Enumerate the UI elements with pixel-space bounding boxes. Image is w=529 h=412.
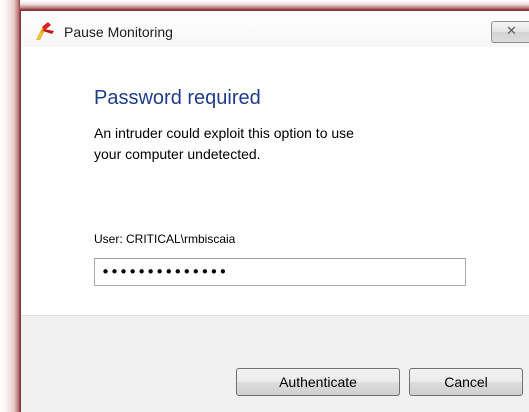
pause-monitoring-dialog: Pause Monitoring ✕ Password required An …	[20, 10, 529, 412]
password-required-heading: Password required	[94, 87, 261, 109]
title-bar: Pause Monitoring ✕	[21, 11, 529, 47]
close-button[interactable]: ✕	[491, 21, 529, 43]
authenticate-button[interactable]: Authenticate	[236, 368, 400, 396]
window-title: Pause Monitoring	[64, 24, 173, 40]
dialog-content: Password required An intruder could expl…	[21, 47, 529, 315]
warning-message: An intruder could exploit this option to…	[94, 125, 354, 162]
screen: Pause Monitoring ✕ Password required An …	[0, 0, 529, 412]
app-logo-icon	[36, 22, 54, 40]
cancel-button[interactable]: Cancel	[409, 368, 523, 396]
password-input[interactable]	[94, 258, 466, 286]
button-bar: Authenticate Cancel	[21, 315, 529, 412]
backdrop-left-edge	[0, 0, 20, 412]
close-icon: ✕	[506, 24, 517, 39]
backdrop-top-edge	[0, 0, 529, 10]
user-label: User: CRITICAL\rmbiscaia	[94, 232, 236, 246]
